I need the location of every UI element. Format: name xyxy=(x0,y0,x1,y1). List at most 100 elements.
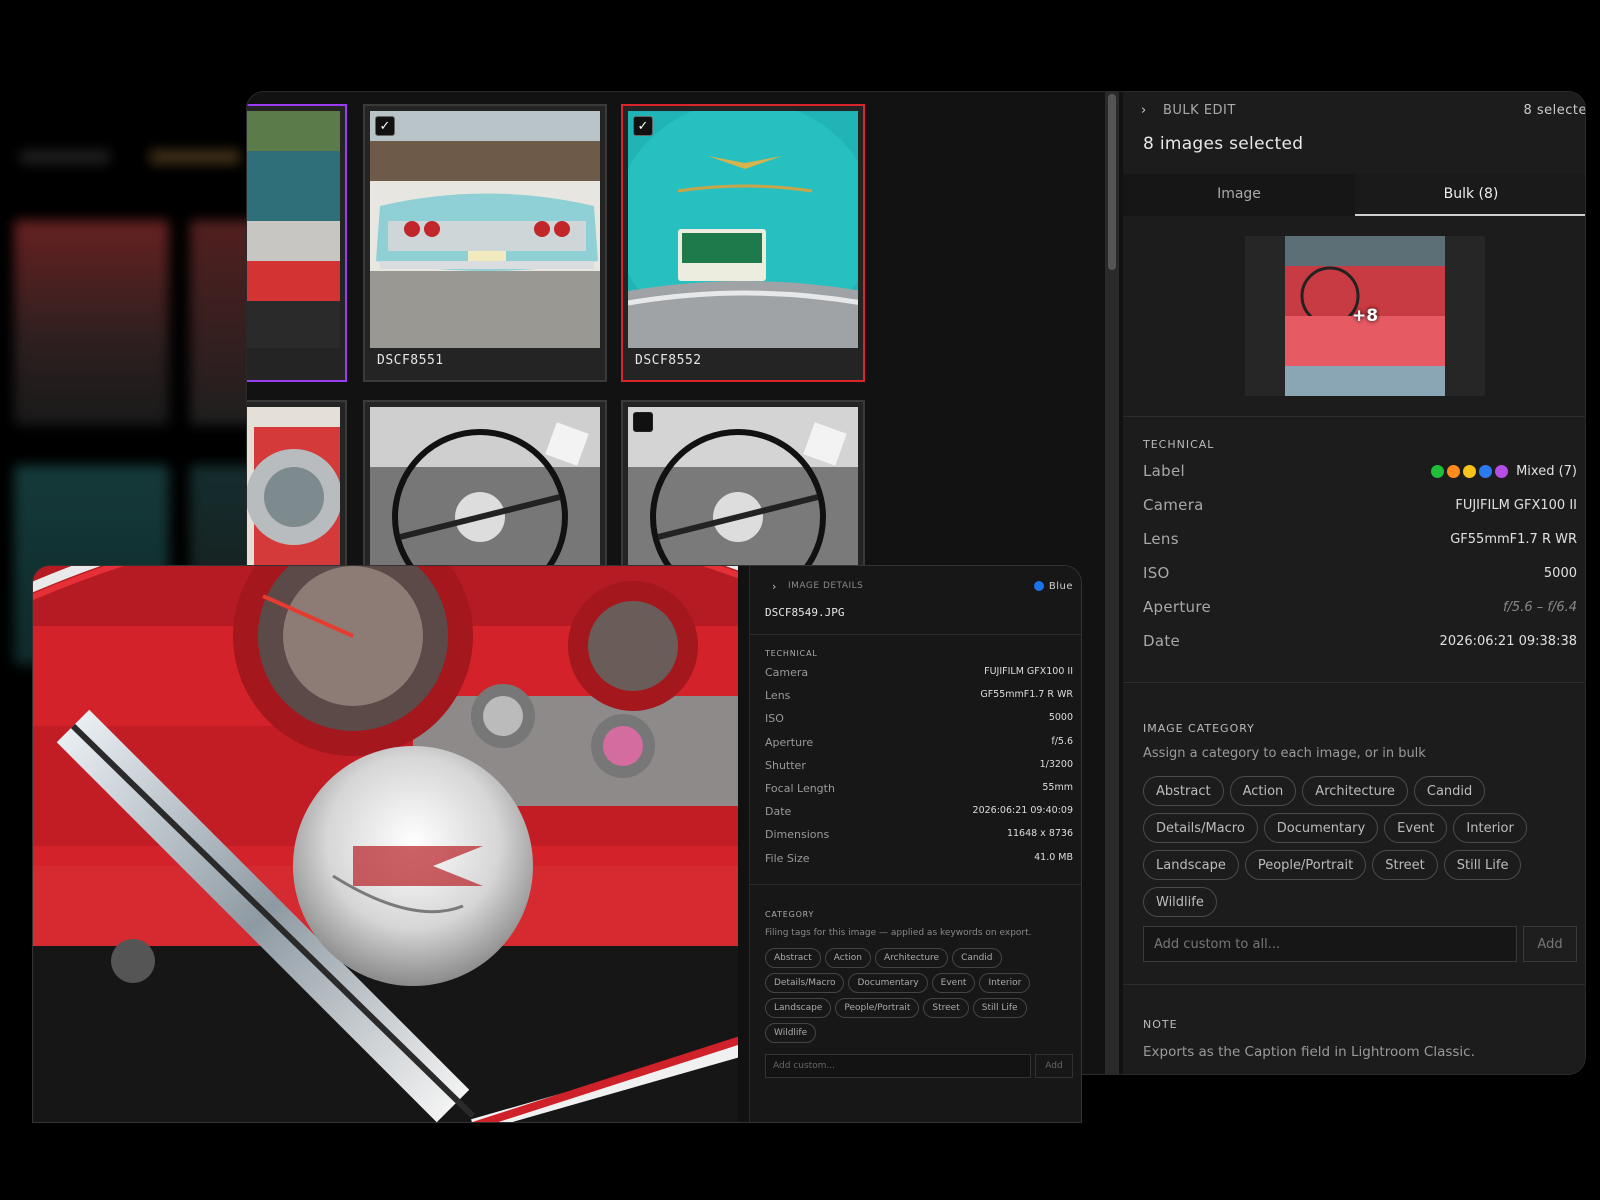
row-aperture: Aperture f/5.6 – f/6.4 xyxy=(1143,598,1577,616)
thumbnail-card[interactable]: ✓ DSCF8551 xyxy=(363,104,607,382)
category-chip[interactable]: Interior xyxy=(979,973,1031,993)
label-color-dot[interactable] xyxy=(1479,464,1493,478)
preview-count-badge: +8 xyxy=(1351,306,1379,326)
thumbnail-image xyxy=(628,111,858,348)
row-key: ISO xyxy=(1143,564,1170,582)
row-key: Aperture xyxy=(765,735,814,749)
chevron-right-icon[interactable]: › xyxy=(772,580,788,593)
add-custom-button[interactable]: Add xyxy=(1035,1054,1073,1078)
details-row: File Size 41.0 MB xyxy=(765,852,1073,865)
category-chip[interactable]: Candid xyxy=(1413,776,1486,806)
row-iso: ISO 5000 xyxy=(1143,564,1577,582)
add-custom-button[interactable]: Add xyxy=(1523,926,1577,962)
category-chip[interactable]: Abstract xyxy=(765,948,821,968)
category-chip[interactable]: Architecture xyxy=(1302,776,1408,806)
row-date: Date 2026:06:21 09:38:38 xyxy=(1143,632,1577,650)
category-chip[interactable]: Wildlife xyxy=(765,1023,817,1043)
tab-bulk[interactable]: Bulk (8) xyxy=(1355,174,1585,216)
thumbnail-card[interactable] xyxy=(247,104,347,382)
row-key: File Size xyxy=(765,851,810,865)
thumbnail-filename: DSCF8551 xyxy=(377,353,444,368)
large-photo xyxy=(33,566,738,1122)
category-chip[interactable]: Interior xyxy=(1453,813,1527,843)
category-chip[interactable]: Documentary xyxy=(848,973,928,993)
scrollbar-thumb[interactable] xyxy=(1108,94,1116,270)
row-key: ISO xyxy=(765,712,784,726)
label-color-dots[interactable] xyxy=(1431,464,1509,478)
label-color-dot[interactable] xyxy=(1495,464,1509,478)
details-header: › IMAGE DETAILS Blue xyxy=(750,566,1081,606)
bulk-edit-panel: › BULK EDIT 8 selecte 8 images selected … xyxy=(1123,92,1586,1074)
row-value: Mixed (7) xyxy=(1516,463,1577,479)
row-value: 5000 xyxy=(1543,565,1577,581)
panel-title: 8 images selected xyxy=(1143,134,1304,154)
details-header-label: IMAGE DETAILS xyxy=(788,581,864,591)
category-chip[interactable]: Wildlife xyxy=(1143,887,1217,917)
thumbnail-card[interactable]: ✓ DSCF8552 xyxy=(621,104,865,382)
category-chip[interactable]: Abstract xyxy=(1143,776,1224,806)
checkbox-unchecked-icon[interactable] xyxy=(633,412,653,432)
category-chips: Abstract Action Architecture Candid Details/… xyxy=(1143,776,1563,917)
details-filename: DSCF8549.JPG xyxy=(765,606,845,619)
category-chip[interactable]: Landscape xyxy=(765,998,832,1018)
bulk-edit-header: › BULK EDIT 8 selecte xyxy=(1123,92,1586,128)
category-chip[interactable]: Candid xyxy=(952,948,1002,968)
category-chip[interactable]: People/Portrait xyxy=(1244,850,1367,880)
note-text: Exports as the Caption field in Lightroo… xyxy=(1143,1044,1475,1060)
row-value: f/5.6 – f/6.4 xyxy=(1502,599,1577,615)
color-label[interactable]: Blue xyxy=(1033,580,1073,592)
image-detail-window: › IMAGE DETAILS Blue DSCF8549.JPG TECHNI… xyxy=(32,565,1082,1123)
row-value: 2026:06:21 09:38:38 xyxy=(1439,633,1577,649)
details-row: Camera FUJIFILM GFX100 II xyxy=(765,666,1073,679)
blue-dot-icon xyxy=(1033,581,1044,591)
details-row: Lens GF55mmF1.7 R WR xyxy=(765,689,1073,702)
row-value: 55mm xyxy=(1042,782,1073,793)
row-key: Camera xyxy=(765,666,809,679)
row-value: 41.0 MB xyxy=(1034,851,1073,863)
panel-tabs: Image Bulk (8) xyxy=(1123,174,1585,216)
row-value: FUJIFILM GFX100 II xyxy=(1455,497,1577,513)
custom-category-input[interactable]: Add custom... xyxy=(765,1054,1031,1078)
category-chip[interactable]: Landscape xyxy=(1143,850,1239,880)
custom-category-input[interactable]: Add custom to all... xyxy=(1143,926,1517,962)
checkbox-checked-icon[interactable]: ✓ xyxy=(375,116,395,136)
category-chip[interactable]: Architecture xyxy=(874,948,949,968)
row-key: Focal Length xyxy=(765,782,835,795)
category-chip[interactable]: Still Life xyxy=(972,998,1027,1018)
label-color-dot[interactable] xyxy=(1463,464,1477,478)
details-row: Dimensions 11648 x 8736 xyxy=(765,828,1073,841)
category-chip[interactable]: Action xyxy=(824,948,871,968)
category-chip[interactable]: Event xyxy=(1384,813,1448,843)
chevron-right-icon[interactable]: › xyxy=(1141,103,1163,118)
category-chip[interactable]: Event xyxy=(931,973,976,993)
checkbox-checked-icon[interactable]: ✓ xyxy=(633,116,653,136)
section-technical: TECHNICAL xyxy=(765,649,818,658)
row-value: f/5.6 xyxy=(1051,735,1073,747)
label-color-dot[interactable] xyxy=(1447,464,1461,478)
thumbnail-image xyxy=(247,111,340,348)
row-value: GF55mmF1.7 R WR xyxy=(1450,531,1577,547)
thumbnail-filename: DSCF8552 xyxy=(635,353,702,368)
section-note: NOTE xyxy=(1143,1018,1178,1031)
category-chip[interactable]: Documentary xyxy=(1263,813,1379,843)
details-row: Date 2026:06:21 09:40:09 xyxy=(765,805,1073,818)
image-details-panel: › IMAGE DETAILS Blue DSCF8549.JPG TECHNI… xyxy=(749,566,1081,1122)
color-label-text: Blue xyxy=(1048,580,1073,592)
section-category: CATEGORY xyxy=(765,910,815,919)
category-chip[interactable]: People/Portrait xyxy=(835,998,920,1018)
selected-count: 8 selecte xyxy=(1523,102,1586,118)
row-value: FUJIFILM GFX100 II xyxy=(984,666,1073,677)
tab-image[interactable]: Image xyxy=(1123,174,1355,216)
row-key: Lens xyxy=(1143,530,1179,548)
category-chip[interactable]: Details/Macro xyxy=(1143,813,1258,843)
row-lens: Lens GF55mmF1.7 R WR xyxy=(1143,530,1577,548)
category-chip[interactable]: Street xyxy=(923,998,969,1018)
custom-category-row: Add custom... Add xyxy=(765,1054,1073,1078)
grid-scrollbar[interactable] xyxy=(1105,92,1119,1074)
category-chip[interactable]: Action xyxy=(1229,776,1297,806)
category-chip[interactable]: Street xyxy=(1372,850,1438,880)
category-chip[interactable]: Still Life xyxy=(1443,850,1522,880)
category-hint: Filing tags for this image — applied as … xyxy=(765,928,1032,938)
category-chip[interactable]: Details/Macro xyxy=(765,973,845,993)
label-color-dot[interactable] xyxy=(1431,464,1445,478)
